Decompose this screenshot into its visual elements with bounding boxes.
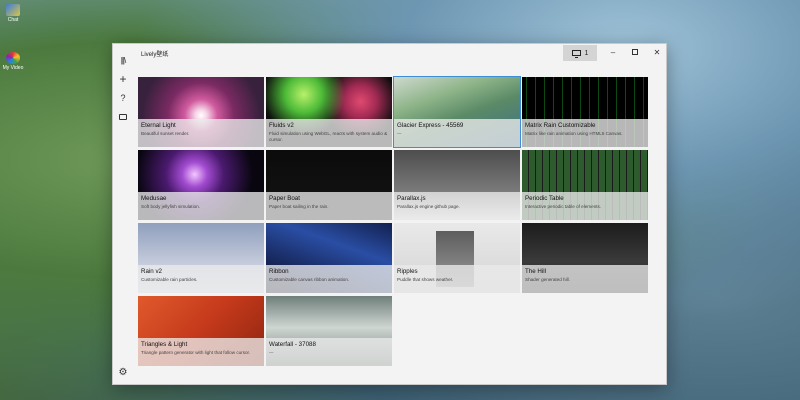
wallpaper-description: Parallax.js engine github page. — [397, 204, 460, 209]
wallpaper-name: Rain v2 — [141, 268, 162, 275]
wallpaper-name: Periodic Table — [525, 195, 564, 202]
tile-caption: Ribbon Customizable canvas ribbon animat… — [266, 265, 392, 293]
wallpaper-description: Matrix like rain animation using HTML5 C… — [525, 131, 623, 136]
wallpaper-tile[interactable]: Triangles & Light Triangle pattern gener… — [138, 296, 264, 366]
tile-caption: Rain v2 Customizable rain particles. — [138, 265, 264, 293]
wallpaper-tile[interactable]: Parallax.js Parallax.js engine github pa… — [394, 150, 520, 220]
tile-caption: Eternal Light Beautiful sunset render. — [138, 119, 264, 147]
sidebar: |||\ + ? ⚙ — [113, 44, 133, 384]
tile-caption: Waterfall - 37088 --- — [266, 338, 392, 366]
wallpaper-tile[interactable]: Fluids v2 Fluid simulation using WebGL, … — [266, 77, 392, 147]
wallpaper-name: Fluids v2 — [269, 122, 294, 129]
monitor-icon — [571, 50, 581, 58]
wallpaper-description: Shader generated hill. — [525, 277, 570, 282]
wallpaper-tile[interactable]: Ribbon Customizable canvas ribbon animat… — [266, 223, 392, 293]
wallpaper-tile[interactable]: Paper Boat Paper boat sailing in the rai… — [266, 150, 392, 220]
wallpaper-name: Medusae — [141, 195, 167, 202]
wallpaper-name: Matrix Rain Customizable — [525, 122, 596, 129]
tile-caption: The Hill Shader generated hill. — [522, 265, 648, 293]
wallpaper-tile[interactable]: Periodic Table Interactive periodic tabl… — [522, 150, 648, 220]
tile-caption: Glacier Express - 45569 --- — [394, 119, 520, 147]
tile-caption: Paper Boat Paper boat sailing in the rai… — [266, 192, 392, 220]
wallpaper-tile[interactable]: Matrix Rain Customizable Matrix like rai… — [522, 77, 648, 147]
monitor-selector-button[interactable]: 1 — [563, 45, 597, 61]
wallpaper-name: Ribbon — [269, 268, 289, 275]
title-bar[interactable]: Lively壁纸 1 – ✕ — [113, 44, 666, 64]
monitor-count: 1 — [584, 49, 589, 57]
wallpaper-description: --- — [269, 350, 274, 355]
wallpaper-tile[interactable]: Medusae Soft body jellyfish simulation. — [138, 150, 264, 220]
wallpaper-description: Customizable canvas ribbon animation. — [269, 277, 350, 282]
maximize-icon — [632, 49, 638, 55]
colorful-app-icon — [6, 52, 20, 64]
help-icon[interactable]: ? — [116, 91, 130, 105]
wallpaper-name: The Hill — [525, 268, 546, 275]
wallpaper-description: Interactive periodic table of elements. — [525, 204, 602, 209]
wallpaper-tile[interactable]: Eternal Light Beautiful sunset render. — [138, 77, 264, 147]
tile-caption: Ripples Puddle that shows weather. — [394, 265, 520, 293]
close-button[interactable]: ✕ — [646, 46, 668, 60]
tile-caption: Periodic Table Interactive periodic tabl… — [522, 192, 648, 220]
wallpaper-name: Triangles & Light — [141, 341, 188, 348]
wallpaper-name: Parallax.js — [397, 195, 426, 202]
wallpaper-tile[interactable]: Rain v2 Customizable rain particles. — [138, 223, 264, 293]
minimize-button[interactable]: – — [602, 46, 624, 60]
chat-icon[interactable] — [116, 109, 130, 123]
tile-caption: Medusae Soft body jellyfish simulation. — [138, 192, 264, 220]
window-title: Lively壁纸 — [141, 52, 169, 58]
wallpaper-tile[interactable]: The Hill Shader generated hill. — [522, 223, 648, 293]
wallpaper-name: Glacier Express - 45569 — [397, 122, 464, 129]
desktop-icon-label: My Video — [2, 65, 24, 71]
lively-window: Lively壁纸 1 – ✕ |||\ + ? ⚙ Eternal Light … — [112, 43, 667, 385]
wallpaper-description: Paper boat sailing in the rain. — [269, 204, 329, 209]
tile-caption: Parallax.js Parallax.js engine github pa… — [394, 192, 520, 220]
wallpaper-description: Puddle that shows weather. — [397, 277, 454, 282]
wallpaper-description: --- — [397, 131, 402, 136]
wallpaper-description: Triangle pattern generator with light th… — [141, 350, 251, 355]
wallpaper-description: Soft body jellyfish simulation. — [141, 204, 200, 209]
wallpaper-tile[interactable]: Ripples Puddle that shows weather. — [394, 223, 520, 293]
tile-caption: Fluids v2 Fluid simulation using WebGL, … — [266, 119, 392, 147]
wallpaper-description: Customizable rain particles. — [141, 277, 198, 282]
add-wallpaper-icon[interactable]: + — [116, 72, 130, 86]
wallpaper-name: Waterfall - 37088 — [269, 341, 316, 348]
wallpaper-name: Ripples — [397, 268, 418, 275]
library-icon[interactable]: |||\ — [116, 54, 130, 68]
desktop-icon-label: Chat — [7, 17, 19, 23]
wallpaper-tile[interactable]: Waterfall - 37088 --- — [266, 296, 392, 366]
desktop-icon-my-video[interactable]: My Video — [0, 52, 26, 71]
wallpaper-name: Paper Boat — [269, 195, 300, 202]
app-shortcut-icon — [6, 4, 20, 16]
wallpaper-description: Beautiful sunset render. — [141, 131, 190, 136]
maximize-button[interactable] — [624, 46, 646, 60]
desktop-icon-chat[interactable]: Chat — [0, 4, 26, 23]
wallpaper-description: Fluid simulation using WebGL, reacts wit… — [269, 131, 388, 142]
settings-gear-icon[interactable]: ⚙ — [116, 366, 130, 380]
wallpaper-name: Eternal Light — [141, 122, 176, 129]
tile-caption: Matrix Rain Customizable Matrix like rai… — [522, 119, 648, 147]
wallpaper-tile-selected[interactable]: Glacier Express - 45569 --- — [393, 76, 521, 148]
tile-caption: Triangles & Light Triangle pattern gener… — [138, 338, 264, 366]
